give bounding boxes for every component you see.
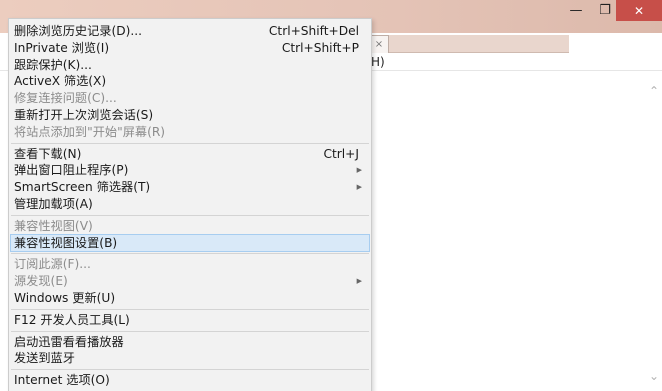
tab-close-icon[interactable]: × [375,39,383,50]
toolbar-icons: ⌂ ★ ⚙ [618,37,662,52]
scroll-down-icon[interactable]: ⌄ [649,370,659,382]
menu-item-label: 重新打开上次浏览会话(S) [14,107,154,122]
menu-item-tracking-protection[interactable]: 跟踪保护(K)... [9,57,371,74]
menu-separator [11,253,369,255]
menu-item-compat-view: 兼容性视图(V) [9,218,371,235]
menu-item-shortcut: Ctrl+J [323,146,360,161]
tab-close-button[interactable]: × [369,35,389,53]
menu-item-add-to-start: 将站点添加到"开始"屏幕(R) [9,124,371,141]
home-icon[interactable]: ⌂ [618,37,626,52]
menu-item-manage-addons[interactable]: 管理加载项(A) [9,196,371,213]
scroll-up-icon[interactable]: ⌃ [649,85,659,97]
tab-strip [389,35,569,53]
menu-item-xunlei-player[interactable]: 启动迅雷看看播放器 [9,334,371,351]
menu-item-label: 兼容性视图设置(B) [14,235,118,250]
submenu-arrow-icon: ▶ [356,166,362,175]
menu-item-label: 查看下载(N) [14,146,82,161]
menu-item-internet-options[interactable]: Internet 选项(O) [9,372,371,389]
submenu-arrow-icon: ▶ [356,277,362,286]
close-icon[interactable]: ✕ [616,0,662,21]
menu-item-label: SmartScreen 筛选器(T) [14,180,151,195]
menu-item-view-downloads[interactable]: 查看下载(N) Ctrl+J [9,146,371,163]
gear-icon[interactable]: ⚙ [646,37,658,52]
menu-item-shortcut: Ctrl+Shift+P [281,40,359,55]
menu-item-label: 发送到蓝牙 [14,351,75,366]
menu-item-shortcut: Ctrl+Shift+Del [268,24,359,38]
submenu-arrow-icon: ▶ [356,183,362,192]
menu-separator [11,214,369,216]
menu-item-activex-filtering[interactable]: ActiveX 筛选(X) [9,73,371,90]
menu-item-f12-dev-tools[interactable]: F12 开发人员工具(L) [9,312,371,329]
menubar-help-fragment[interactable]: H) [371,55,385,69]
menu-item-label: 启动迅雷看看播放器 [14,334,124,349]
menu-separator [11,142,369,144]
menu-item-label: 订阅此源(F)... [14,257,91,272]
menu-item-feed-discovery: 源发现(E) ▶ [9,273,371,290]
menu-item-label: Internet 选项(O) [14,373,110,388]
vertical-scrollbar[interactable]: ⌃ ⌄ [646,72,662,391]
menu-item-delete-history[interactable]: 删除浏览历史记录(D)... Ctrl+Shift+Del [9,23,371,40]
menu-item-fix-connection: 修复连接问题(C)... [9,90,371,107]
menu-item-label: 管理加载项(A) [14,196,93,211]
star-icon[interactable]: ★ [631,37,643,52]
menu-separator [11,330,369,332]
menu-item-label: InPrivate 浏览(I) [14,40,110,55]
menu-item-windows-update[interactable]: Windows 更新(U) [9,290,371,307]
menu-item-label: 源发现(E) [14,274,68,289]
menu-item-reopen-session[interactable]: 重新打开上次浏览会话(S) [9,107,371,124]
menu-item-send-bluetooth[interactable]: 发送到蓝牙 [9,350,371,367]
menu-item-popup-blocker[interactable]: 弹出窗口阻止程序(P) ▶ [9,162,371,179]
menu-item-smartscreen[interactable]: SmartScreen 筛选器(T) ▶ [9,179,371,196]
menu-item-label: 将站点添加到"开始"屏幕(R) [14,124,166,139]
menu-separator [11,308,369,310]
menu-item-subscribe-feed: 订阅此源(F)... [9,256,371,273]
tools-menu: 删除浏览历史记录(D)... Ctrl+Shift+Del InPrivate … [8,18,372,391]
menu-item-label: 弹出窗口阻止程序(P) [14,163,129,178]
menu-separator [11,369,369,371]
menu-item-compat-view-settings[interactable]: 兼容性视图设置(B) [10,233,370,253]
menu-item-label: Windows 更新(U) [14,290,116,305]
menu-item-label: 修复连接问题(C)... [14,91,117,106]
minimize-icon[interactable]: — [561,0,591,21]
menu-item-label: 删除浏览历史记录(D)... [14,24,143,38]
menu-item-label: 兼容性视图(V) [14,218,93,233]
menu-item-inprivate[interactable]: InPrivate 浏览(I) Ctrl+Shift+P [9,40,371,57]
menu-item-label: F12 开发人员工具(L) [14,312,130,327]
menu-item-label: 跟踪保护(K)... [14,57,92,72]
menu-item-label: ActiveX 筛选(X) [14,74,107,89]
